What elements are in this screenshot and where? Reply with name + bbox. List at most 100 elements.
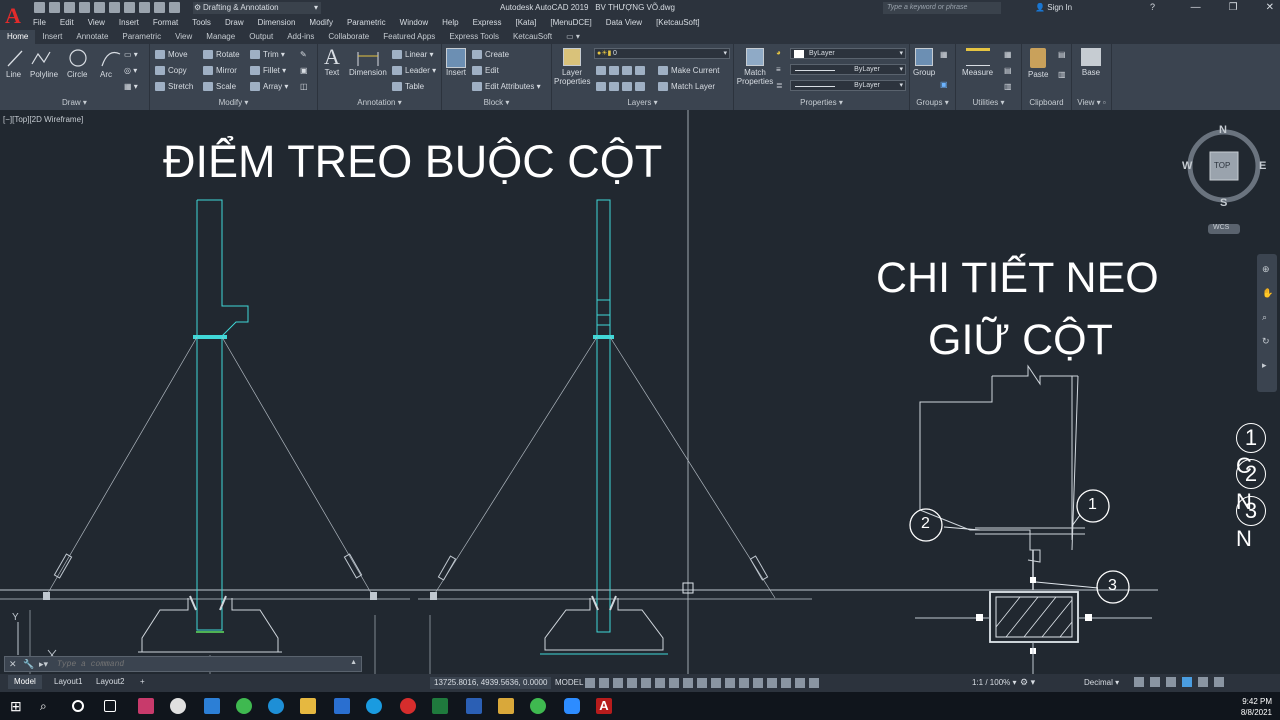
ortho-icon[interactable] bbox=[613, 678, 623, 688]
menu-item-edit[interactable]: Edit bbox=[53, 16, 81, 30]
table-tool[interactable]: Table bbox=[392, 82, 424, 92]
customization-icon[interactable] bbox=[1214, 677, 1224, 687]
menu-item-dimension[interactable]: Dimension bbox=[251, 16, 303, 30]
object-snap-icon[interactable] bbox=[669, 678, 679, 688]
tab-insert[interactable]: Insert bbox=[35, 30, 69, 44]
chrome-icon[interactable] bbox=[236, 698, 252, 714]
table-grid-icon[interactable]: ▦ ▾ bbox=[124, 82, 138, 91]
copy-tool[interactable]: Copy bbox=[155, 66, 187, 76]
menu-item-window[interactable]: Window bbox=[393, 16, 435, 30]
zoom-icon[interactable] bbox=[564, 698, 580, 714]
properties-panel-label[interactable]: Properties ▾ bbox=[734, 98, 909, 110]
model-space-toggle[interactable]: MODEL bbox=[555, 678, 583, 687]
coordinate-readout[interactable]: 13725.8016, 4939.5636, 0.0000 bbox=[430, 677, 551, 689]
quick-calc-icon[interactable]: ▦ bbox=[1004, 50, 1012, 59]
linear-tool[interactable]: Linear ▾ bbox=[392, 50, 434, 60]
navigation-bar[interactable]: ⊕ ✋ ⌕ ↻ ▸ bbox=[1257, 254, 1277, 392]
layers-panel-label[interactable]: Layers ▾ bbox=[552, 98, 733, 110]
polyline-tool[interactable]: Polyline bbox=[30, 48, 58, 79]
utilities-panel-label[interactable]: Utilities ▾ bbox=[956, 98, 1021, 110]
move-tool[interactable]: Move bbox=[155, 50, 188, 60]
layer-state-icons[interactable] bbox=[596, 66, 648, 76]
tab-featured-apps[interactable]: Featured Apps bbox=[376, 30, 442, 44]
file-explorer-icon[interactable] bbox=[300, 698, 316, 714]
tab-ketcausoft[interactable]: KetcauSoft bbox=[506, 30, 559, 44]
view-cube[interactable]: TOP N S E W WCS bbox=[1180, 124, 1270, 234]
save-as-icon[interactable] bbox=[79, 2, 90, 13]
linetype-dropdown[interactable]: ByLayer ▾ bbox=[790, 64, 906, 75]
autocad-taskbar-icon[interactable]: A bbox=[596, 698, 612, 714]
compass-west[interactable]: W bbox=[1182, 160, 1192, 172]
save-icon[interactable] bbox=[64, 2, 75, 13]
grid-icon[interactable] bbox=[585, 678, 595, 688]
dynamic-ucs-icon[interactable] bbox=[739, 678, 749, 688]
tab-home[interactable]: Home bbox=[0, 30, 36, 44]
color-dropdown[interactable]: ByLayer ▾ bbox=[790, 48, 906, 59]
selection-filter-icon[interactable] bbox=[753, 678, 763, 688]
web-open-icon[interactable] bbox=[94, 2, 105, 13]
line-tool[interactable]: Line bbox=[6, 48, 24, 79]
tab-collaborate[interactable]: Collaborate bbox=[321, 30, 376, 44]
wcs-menu[interactable]: WCS bbox=[1213, 224, 1229, 231]
array-tool[interactable]: Array ▾ bbox=[250, 82, 288, 92]
search-input[interactable]: Type a keyword or phrase bbox=[883, 2, 1001, 14]
excel-icon[interactable] bbox=[432, 698, 448, 714]
edge-icon[interactable] bbox=[268, 698, 284, 714]
layer-tool-icons[interactable] bbox=[596, 82, 648, 92]
ungroup-icon[interactable]: ▦ bbox=[940, 50, 948, 59]
isolate-objects-icon[interactable] bbox=[1166, 677, 1176, 687]
maximize-icon[interactable]: ❐ bbox=[1229, 2, 1238, 13]
task-view-icon[interactable] bbox=[104, 700, 116, 712]
make-current-tool[interactable]: Make Current bbox=[658, 66, 719, 76]
offset-icon[interactable]: ◫ bbox=[300, 82, 308, 91]
view-panel-label[interactable]: View ▾ ▫ bbox=[1072, 98, 1111, 110]
paste-tool[interactable]: Paste bbox=[1028, 48, 1048, 79]
transparency-icon[interactable] bbox=[697, 678, 707, 688]
annotation-visibility-icon[interactable] bbox=[781, 678, 791, 688]
sign-in-button[interactable]: 👤 Sign In bbox=[1035, 3, 1072, 12]
scale-tool[interactable]: Scale bbox=[203, 82, 236, 92]
drawing-viewport[interactable]: [−][Top][2D Wireframe] 1 2 3 Y ĐIỂM TREO… bbox=[0, 110, 1280, 674]
clean-screen-icon[interactable] bbox=[1198, 677, 1208, 687]
tab-express-tools[interactable]: Express Tools bbox=[442, 30, 506, 44]
group-select-icon[interactable]: ▣ bbox=[940, 80, 948, 89]
erase-icon[interactable]: ✎ bbox=[300, 50, 307, 59]
web-save-icon[interactable] bbox=[109, 2, 120, 13]
match-layer-tool[interactable]: Match Layer bbox=[658, 82, 715, 92]
snap-icon[interactable] bbox=[599, 678, 609, 688]
3d-osnap-icon[interactable] bbox=[725, 678, 735, 688]
base-tool[interactable]: Base bbox=[1081, 48, 1101, 77]
tab-parametric[interactable]: Parametric bbox=[115, 30, 168, 44]
menu-item-insert[interactable]: Insert bbox=[112, 16, 146, 30]
word-icon[interactable] bbox=[466, 698, 482, 714]
close-icon[interactable]: ✕ bbox=[9, 659, 17, 670]
autocad-logo[interactable]: A bbox=[0, 0, 26, 32]
undo-icon[interactable] bbox=[139, 2, 150, 13]
menu-item-help[interactable]: Help bbox=[435, 16, 465, 30]
new-icon[interactable] bbox=[34, 2, 45, 13]
edit-block-tool[interactable]: Edit bbox=[472, 66, 499, 76]
units-dropdown[interactable]: Decimal ▾ bbox=[1084, 678, 1119, 687]
stretch-tool[interactable]: Stretch bbox=[155, 82, 193, 92]
plot-icon[interactable] bbox=[124, 2, 135, 13]
lineweight-dropdown[interactable]: ByLayer ▾ bbox=[790, 80, 906, 91]
fillet-tool[interactable]: Fillet ▾ bbox=[250, 66, 286, 76]
search-icon[interactable]: ⌕ bbox=[40, 698, 56, 714]
cortana-icon[interactable] bbox=[72, 700, 84, 712]
history-up-icon[interactable]: ▲ bbox=[350, 659, 357, 666]
menu-item-express[interactable]: Express bbox=[466, 16, 509, 30]
tab-output[interactable]: Output bbox=[242, 30, 280, 44]
app-icon-5[interactable] bbox=[530, 698, 546, 714]
folder-icon[interactable] bbox=[498, 698, 514, 714]
tab-layout2[interactable]: Layout2 bbox=[90, 675, 130, 689]
gizmo-icon[interactable] bbox=[767, 678, 777, 688]
ribbon-options-icon[interactable]: ▭ ▾ bbox=[559, 30, 587, 44]
tab-model[interactable]: Model bbox=[8, 675, 42, 689]
mail-icon[interactable] bbox=[334, 698, 350, 714]
minimize-icon[interactable]: — bbox=[1191, 2, 1201, 13]
command-input[interactable] bbox=[57, 659, 347, 670]
insert-tool[interactable]: Insert bbox=[446, 48, 466, 77]
circle-tool[interactable]: Circle bbox=[67, 48, 89, 79]
workspace-gear-icon[interactable]: ⚙ ▾ bbox=[1020, 677, 1035, 688]
cut-icon[interactable]: ▤ bbox=[1058, 50, 1066, 59]
